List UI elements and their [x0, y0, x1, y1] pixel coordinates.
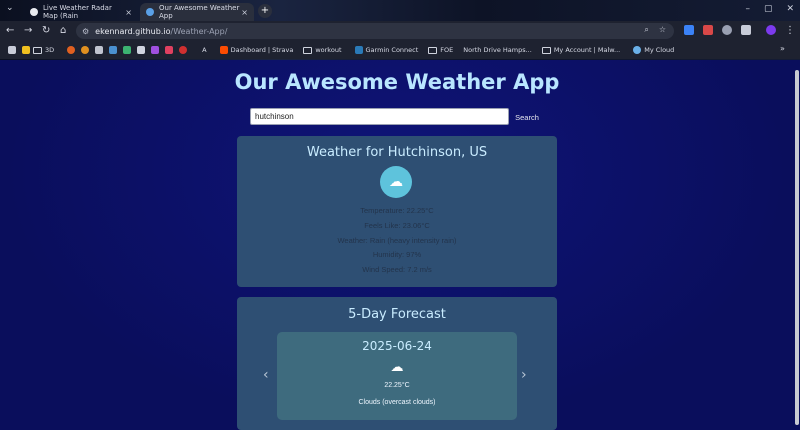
bookmark-icon[interactable] — [179, 46, 188, 54]
tab-search-icon[interactable]: ⌄ — [6, 3, 14, 13]
bookmark-label: workout — [315, 46, 342, 54]
bookmark-my-account[interactable]: My Account | Malw... — [541, 46, 621, 54]
chevron-left-icon[interactable]: ‹ — [263, 367, 269, 383]
url-path: /Weather-App/ — [170, 26, 228, 36]
strava-icon — [219, 46, 228, 54]
scrollbar[interactable] — [794, 60, 800, 430]
folder-icon — [303, 46, 313, 54]
bookmark-label: My Account | Malw... — [553, 46, 621, 54]
close-window-icon[interactable]: ✕ — [786, 4, 794, 14]
back-icon[interactable]: ← — [6, 25, 14, 36]
extension-icon[interactable] — [703, 25, 713, 35]
maximize-icon[interactable]: ▢ — [764, 4, 773, 14]
bookmark-icon[interactable] — [109, 46, 118, 54]
wind-speed: Wind Speed: 7.2 m/s — [362, 265, 432, 274]
radar-favicon-icon — [30, 8, 38, 16]
extensions-puzzle-icon[interactable] — [741, 25, 751, 35]
bookmark-strava[interactable]: Dashboard | Strava — [217, 46, 294, 54]
forecast-desc: Clouds (overcast clouds) — [358, 399, 436, 406]
bookmark-label: Dashboard | Strava — [230, 46, 294, 54]
forecast-temp: 22.25°C — [384, 382, 410, 389]
address-bar[interactable]: ⚙ ekennard.github.io /Weather-App/ ⌕ ☆ — [76, 23, 674, 39]
apps-grid-icon[interactable] — [8, 46, 16, 54]
zoom-icon[interactable]: ⌕ — [644, 25, 648, 35]
folder-icon — [541, 46, 551, 54]
forecast-heading: 5-Day Forecast — [348, 307, 446, 322]
temperature: Temperature: 22.25°C — [360, 206, 434, 215]
app-title: Our Awesome Weather App — [234, 70, 560, 94]
tab-title: Our Awesome Weather App — [159, 4, 240, 20]
current-weather-heading: Weather for Hutchinson, US — [306, 145, 488, 160]
browser-chrome: ⌄ Live Weather Radar Map (Rain × Our Awe… — [0, 0, 800, 60]
humidity: Humidity: 97% — [372, 250, 422, 259]
address-row: ← → ↻ ⌂ ⚙ ekennard.github.io /Weather-Ap… — [0, 21, 800, 41]
new-tab-icon[interactable]: + — [258, 4, 272, 18]
tab-title: Live Weather Radar Map (Rain — [43, 4, 112, 20]
bookmark-foe[interactable]: FOE — [428, 46, 453, 54]
bookmark-label: North Drive Hamps... — [463, 46, 532, 54]
bookmark-label: Garmin Connect — [365, 46, 419, 54]
bookmark-label: My Cloud — [644, 46, 675, 54]
bookmark-icon[interactable] — [67, 46, 76, 54]
current-weather-card: Weather for Hutchinson, US ☁ Temperature… — [237, 136, 557, 287]
bookmark-a[interactable]: A — [202, 46, 206, 54]
forecast-card: 5-Day Forecast ‹ 2025-06-24 ☁ 22.25°C Cl… — [237, 297, 557, 430]
site-info-icon[interactable]: ⚙ — [82, 27, 89, 36]
chevron-right-icon[interactable]: › — [521, 367, 527, 383]
search-button[interactable]: Search — [512, 109, 542, 125]
bookmark-icon[interactable] — [137, 46, 146, 54]
bookmark-label: A — [202, 46, 207, 54]
cloud-icon — [633, 46, 642, 54]
tab-bar: ⌄ Live Weather Radar Map (Rain × Our Awe… — [0, 0, 800, 21]
tab-weather-app[interactable]: Our Awesome Weather App × — [140, 3, 254, 21]
more-bookmarks-icon[interactable]: » — [780, 44, 785, 53]
bookmark-icon[interactable] — [95, 46, 104, 54]
bookmark-3d[interactable]: 3D — [33, 46, 54, 54]
bookmark-garmin[interactable]: Garmin Connect — [352, 46, 419, 54]
bookmark-icon[interactable] — [22, 46, 30, 54]
profile-avatar-icon[interactable] — [766, 25, 776, 35]
menu-icon[interactable]: ⋮ — [785, 25, 795, 36]
scrollbar-thumb[interactable] — [795, 70, 799, 425]
bookmark-north-drive[interactable]: North Drive Hamps... — [463, 46, 532, 54]
city-search-input[interactable] — [250, 108, 509, 125]
close-tab-icon[interactable]: × — [241, 8, 248, 17]
bookmark-icon[interactable] — [151, 46, 160, 54]
extension-icon[interactable] — [684, 25, 694, 35]
minimize-icon[interactable]: – — [745, 4, 750, 14]
bookmark-label: 3D — [45, 46, 55, 54]
bookmark-icon[interactable] — [123, 46, 132, 54]
bookmark-star-icon[interactable]: ☆ — [659, 25, 666, 35]
omnibox-actions: ⌕ ☆ — [644, 25, 666, 35]
bookmark-icon[interactable] — [165, 46, 174, 54]
extension-icon[interactable] — [722, 25, 732, 35]
folder-icon — [428, 46, 438, 54]
close-tab-icon[interactable]: × — [125, 8, 132, 17]
feels-like: Feels Like: 23.06°C — [364, 221, 430, 230]
folder-icon — [33, 46, 42, 54]
weather-condition: Weather: Rain (heavy intensity rain) — [337, 236, 457, 245]
cloud-icon: ☁ — [390, 360, 404, 375]
url-host: ekennard.github.io — [95, 26, 171, 36]
forecast-date: 2025-06-24 — [362, 339, 432, 353]
bookmark-workout[interactable]: workout — [303, 46, 342, 54]
cloud-rain-icon: ☁ — [380, 166, 412, 198]
bookmarks-bar: 3D A Dashboard | Strava workout Garmin C… — [0, 41, 800, 59]
bookmark-label: FOE — [440, 46, 454, 54]
garmin-icon — [354, 46, 363, 54]
bookmark-my-cloud[interactable]: My Cloud — [630, 46, 674, 54]
weather-favicon-icon — [146, 8, 154, 16]
home-icon[interactable]: ⌂ — [60, 25, 66, 36]
tab-radar[interactable]: Live Weather Radar Map (Rain × — [24, 3, 138, 21]
forecast-day-card: 2025-06-24 ☁ 22.25°C Clouds (overcast cl… — [277, 332, 517, 420]
bookmark-icon[interactable] — [81, 46, 90, 54]
forward-icon[interactable]: → — [24, 25, 32, 36]
window-controls: – ▢ ✕ — [745, 4, 794, 14]
reload-icon[interactable]: ↻ — [42, 25, 50, 36]
